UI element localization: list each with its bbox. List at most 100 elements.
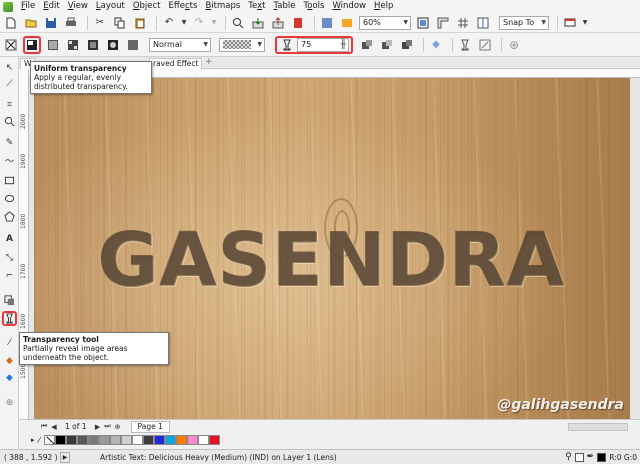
menu-edit[interactable]: Edit xyxy=(39,0,63,13)
no-color-swatch[interactable] xyxy=(43,435,55,445)
eyedropper-tool-icon[interactable]: ⁄ xyxy=(2,335,17,350)
freeze-transparency-icon[interactable]: ◆ xyxy=(428,37,444,53)
palette-swatch[interactable] xyxy=(208,435,220,445)
menu-view[interactable]: View xyxy=(64,0,92,13)
cut-icon[interactable]: ✂ xyxy=(92,15,108,31)
page-tab[interactable]: Page 1 xyxy=(130,420,170,433)
show-guidelines-icon[interactable] xyxy=(475,15,491,31)
palette-swatch[interactable] xyxy=(197,435,209,445)
pick-tool-icon[interactable]: ↖ xyxy=(2,60,17,75)
add-tool-icon[interactable]: ⊕ xyxy=(2,395,17,410)
transparency-all-icon[interactable] xyxy=(399,37,415,53)
print-icon[interactable] xyxy=(63,15,79,31)
transparency-outline-icon[interactable] xyxy=(379,37,395,53)
publish-pdf-icon[interactable] xyxy=(290,15,306,31)
tab-document[interactable]: raved Effect xyxy=(149,58,203,69)
zoom-level-select[interactable]: 60% ▼ xyxy=(359,15,411,30)
redo-icon[interactable]: ↷ xyxy=(191,15,207,31)
palette-swatch[interactable] xyxy=(87,435,99,445)
interactive-fill-icon[interactable]: ◆ xyxy=(2,353,17,368)
connector-tool-icon[interactable]: ⌐ xyxy=(2,268,17,283)
undo-dropdown-icon[interactable]: ▼ xyxy=(181,15,187,31)
fill-swatch[interactable] xyxy=(574,452,584,462)
shape-tool-icon[interactable]: ⟋ xyxy=(2,76,17,91)
previous-page-icon[interactable]: ◀ xyxy=(49,423,59,431)
crop-tool-icon[interactable]: ⌗ xyxy=(2,97,17,112)
export-icon[interactable] xyxy=(270,15,286,31)
vector-pattern-transparency-icon[interactable] xyxy=(65,37,81,53)
menu-object[interactable]: Object xyxy=(129,0,165,13)
outline-swatch[interactable] xyxy=(597,452,607,462)
vertical-ruler[interactable]: 2000 1900 1800 1700 1600 1500 xyxy=(19,69,29,419)
open-folder-icon[interactable] xyxy=(23,15,39,31)
palette-swatch[interactable] xyxy=(120,435,132,445)
show-grid-icon[interactable] xyxy=(455,15,471,31)
edit-transparency-icon[interactable] xyxy=(477,37,493,53)
search-content-icon[interactable] xyxy=(230,15,246,31)
menu-effects[interactable]: Effects xyxy=(165,0,202,13)
palette-swatch[interactable] xyxy=(153,435,165,445)
bitmap-pattern-transparency-icon[interactable] xyxy=(85,37,101,53)
rectangle-tool-icon[interactable] xyxy=(2,173,17,188)
copy-transparency-icon[interactable] xyxy=(457,37,473,53)
no-transparency-icon[interactable] xyxy=(3,37,19,53)
slider-handle-icon[interactable]: ╫ xyxy=(341,40,346,50)
horizontal-scrollbar[interactable] xyxy=(568,422,628,431)
palette-swatch[interactable] xyxy=(76,435,88,445)
texture-transparency-icon[interactable] xyxy=(125,37,141,53)
polygon-tool-icon[interactable] xyxy=(2,209,17,224)
palette-swatch[interactable] xyxy=(54,435,66,445)
palette-swatch[interactable] xyxy=(98,435,110,445)
two-color-pattern-transparency-icon[interactable] xyxy=(105,37,121,53)
transparency-tool-button[interactable] xyxy=(2,311,17,326)
full-screen-preview-icon[interactable] xyxy=(415,15,431,31)
text-tool-icon[interactable]: A xyxy=(2,231,17,246)
welcome-screen-icon[interactable] xyxy=(339,15,355,31)
options-icon[interactable] xyxy=(562,15,578,31)
copy-icon[interactable] xyxy=(112,15,128,31)
fountain-transparency-icon[interactable] xyxy=(45,37,61,53)
merge-mode-select[interactable]: Normal ▼ xyxy=(149,37,211,52)
add-page-icon[interactable]: ⊕ xyxy=(113,423,123,431)
add-preset-icon[interactable]: ⊕ xyxy=(506,37,522,53)
menu-bitmaps[interactable]: Bitmaps xyxy=(201,0,244,13)
uniform-transparency-button[interactable] xyxy=(23,35,41,54)
palette-swatch[interactable] xyxy=(186,435,198,445)
snap-to-select[interactable]: Snap To ▼ xyxy=(499,15,549,30)
drop-shadow-tool-icon[interactable] xyxy=(2,293,17,308)
palette-swatch[interactable] xyxy=(109,435,121,445)
menu-text[interactable]: Text xyxy=(244,0,269,13)
options-dropdown-icon[interactable]: ▼ xyxy=(582,15,588,31)
last-page-icon[interactable]: ⏭ xyxy=(103,422,113,431)
engraved-headline[interactable]: GASENDRA xyxy=(34,218,630,304)
transparency-value-field[interactable]: 75 ╫ xyxy=(297,37,349,52)
menu-table[interactable]: Table xyxy=(270,0,300,13)
import-icon[interactable] xyxy=(250,15,266,31)
new-document-icon[interactable] xyxy=(3,15,19,31)
smart-fill-icon[interactable]: ◆ xyxy=(2,370,17,385)
redo-dropdown-icon[interactable]: ▼ xyxy=(211,15,217,31)
add-document-icon[interactable]: + xyxy=(205,57,213,67)
palette-swatch[interactable] xyxy=(65,435,77,445)
palette-arrow-icon[interactable]: ▸ xyxy=(31,436,35,444)
menu-window[interactable]: Window xyxy=(328,0,370,13)
palette-swatch[interactable] xyxy=(175,435,187,445)
palette-swatch[interactable] xyxy=(164,435,176,445)
freehand-tool-icon[interactable]: ✎ xyxy=(2,135,17,150)
artistic-media-icon[interactable]: 〜 xyxy=(2,153,17,168)
status-expand-icon[interactable]: ▶ xyxy=(60,451,70,463)
menu-tools[interactable]: Tools xyxy=(300,0,329,13)
undo-icon[interactable]: ↶ xyxy=(161,15,177,31)
menu-layout[interactable]: Layout xyxy=(92,0,129,13)
menu-file[interactable]: File xyxy=(17,0,39,13)
ellipse-tool-icon[interactable] xyxy=(2,191,17,206)
transparency-pattern-select[interactable]: ▼ xyxy=(219,37,265,52)
palette-swatch[interactable] xyxy=(131,435,143,445)
menu-help[interactable]: Help xyxy=(370,0,397,13)
drawing-canvas[interactable]: GASENDRA @galihgasendra xyxy=(34,78,630,419)
first-page-icon[interactable]: ⏮ xyxy=(39,422,49,431)
paste-icon[interactable] xyxy=(132,15,148,31)
palette-swatch[interactable] xyxy=(142,435,154,445)
parallel-dimension-icon[interactable]: ⤡ xyxy=(2,250,17,265)
save-icon[interactable] xyxy=(43,15,59,31)
